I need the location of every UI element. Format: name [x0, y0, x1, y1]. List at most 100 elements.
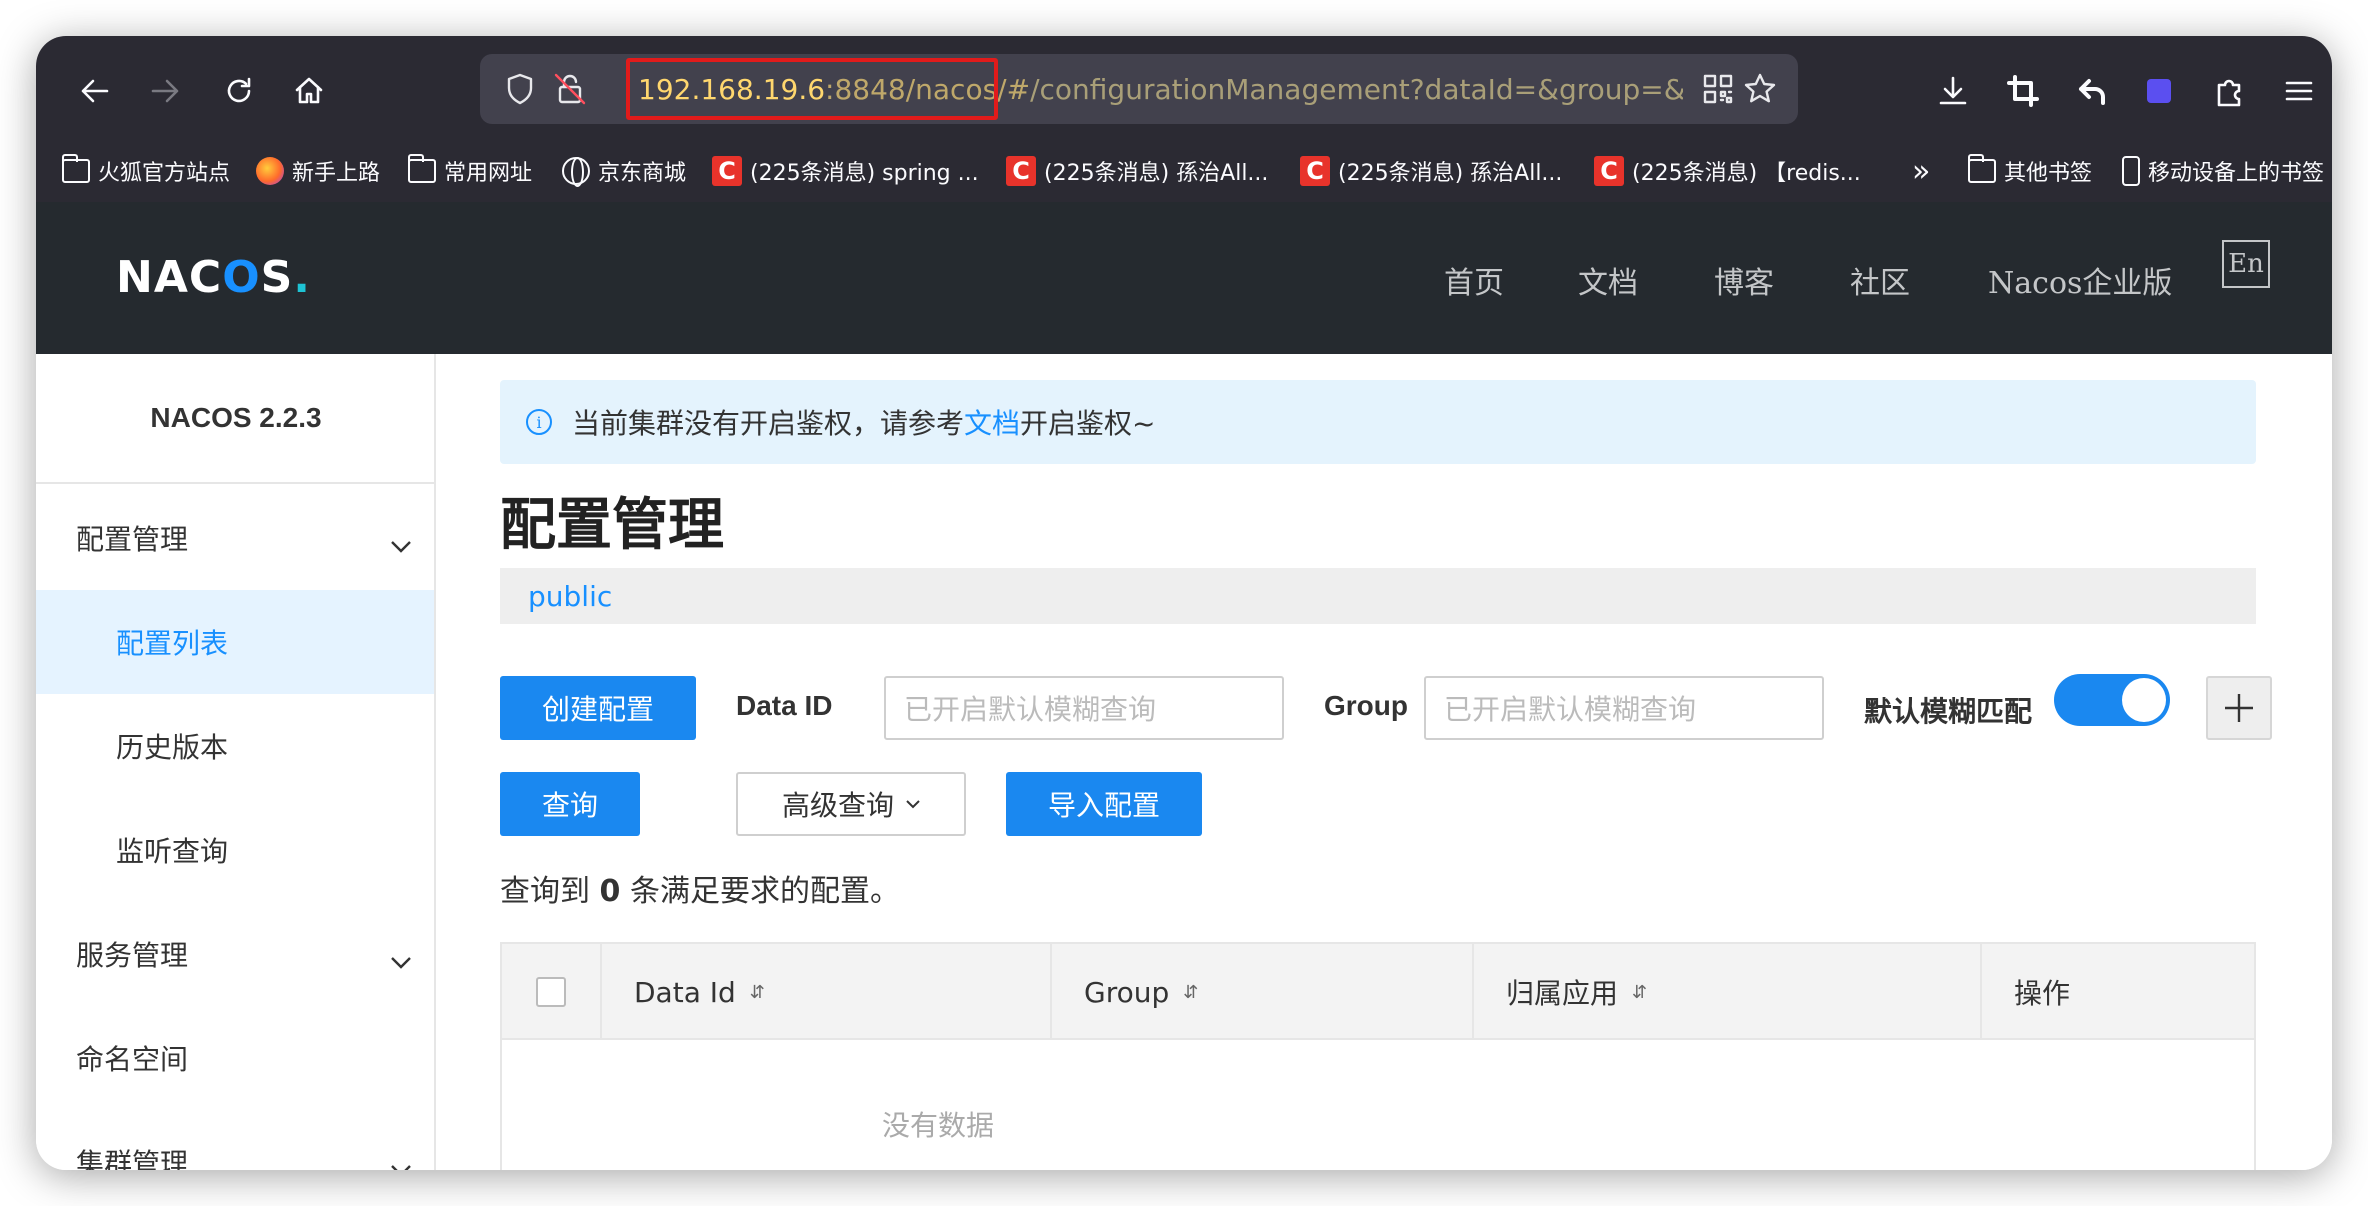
page-title: 配置管理 [500, 493, 724, 558]
bookmark-item[interactable]: C (225条消息) spring ... [712, 152, 979, 190]
result-summary: 查询到 0 条满足要求的配置。 [500, 874, 900, 909]
column-header-dataid[interactable]: Data Id ⇵ [602, 944, 1052, 1040]
extension-icon[interactable] [2134, 66, 2184, 116]
sidebar-item-label: 历史版本 [116, 731, 229, 764]
fuzzy-match-label: 默认模糊匹配 [1864, 696, 2033, 727]
chevron-down-icon [390, 1152, 411, 1170]
language-switch-button[interactable]: En [2222, 240, 2270, 288]
bookmark-item[interactable]: 其他书签 [1968, 152, 2092, 190]
sidebar-item-config-management[interactable]: 配置管理 [36, 486, 434, 590]
empty-state-text: 没有数据 [882, 1109, 995, 1142]
dataid-label: Data ID [736, 690, 833, 721]
column-header-group[interactable]: Group ⇵ [1052, 944, 1474, 1040]
nav-enterprise[interactable]: Nacos企业版 [1988, 258, 2172, 302]
sidebar-item-namespace[interactable]: 命名空间 [36, 1006, 434, 1110]
sidebar-divider [36, 482, 436, 484]
table-header: Data Id ⇵ Group ⇵ 归属应用 ⇵ 操作 [502, 944, 2254, 1040]
sort-icon[interactable]: ⇵ [750, 982, 765, 1003]
folder-icon [408, 154, 436, 183]
chevron-down-icon [390, 528, 411, 553]
phone-icon [2122, 156, 2140, 186]
home-icon[interactable] [284, 66, 334, 116]
auth-notice: i 当前集群没有开启鉴权，请参考 文档 开启鉴权~ [500, 380, 2256, 464]
url-highlight-box [626, 58, 998, 120]
qr-code-icon[interactable] [1700, 71, 1736, 107]
notice-text: 当前集群没有开启鉴权，请参考 [572, 407, 965, 440]
notice-docs-link[interactable]: 文档 [964, 402, 1020, 442]
chevron-down-icon [906, 800, 920, 809]
sidebar-item-service-management[interactable]: 服务管理 [36, 902, 434, 1006]
main-content: i 当前集群没有开启鉴权，请参考 文档 开启鉴权~ 配置管理 public 创建配置… [436, 354, 2332, 1170]
sidebar-item-listener-query[interactable]: 监听查询 [36, 798, 434, 902]
dataid-input[interactable]: 已开启默认模糊查询 [884, 676, 1284, 740]
bookmark-item[interactable]: 移动设备上的书签 [2122, 152, 2324, 190]
menu-icon[interactable] [2274, 66, 2324, 116]
advanced-query-button[interactable]: 高级查询 [736, 772, 966, 836]
group-input[interactable]: 已开启默认模糊查询 [1424, 676, 1824, 740]
csdn-icon: C [712, 156, 742, 186]
address-bar[interactable]: 192.168.19.6:8848/nacos/#/configurationM… [480, 54, 1798, 124]
download-icon[interactable] [1928, 66, 1978, 116]
plus-icon [2225, 694, 2253, 722]
fuzzy-match-toggle[interactable] [2054, 674, 2170, 726]
nav-blog[interactable]: 博客 [1714, 258, 1774, 302]
column-header-actions: 操作 [2014, 977, 2071, 1010]
browser-toolbar: 192.168.19.6:8848/nacos/#/configurationM… [36, 36, 2332, 142]
bookmark-item[interactable]: C (225条消息) 【redis... [1594, 152, 1861, 190]
query-button[interactable]: 查询 [500, 772, 640, 836]
sidebar: NACOS 2.2.3 配置管理 配置列表 历史版本 监听查询 服务管理 命名空… [36, 354, 436, 1170]
puzzle-icon[interactable] [2204, 66, 2254, 116]
config-table: Data Id ⇵ Group ⇵ 归属应用 ⇵ 操作 没有数据 [500, 942, 2256, 1170]
shield-icon[interactable] [502, 71, 538, 107]
back-icon[interactable] [70, 66, 120, 116]
version-label: NACOS 2.2.3 [150, 402, 322, 433]
bookmark-item[interactable]: C (225条消息) 孫治All... [1300, 152, 1562, 190]
globe-icon [562, 157, 590, 187]
sidebar-item-label: 命名空间 [76, 1043, 189, 1076]
sidebar-item-label: 服务管理 [76, 939, 189, 972]
nav-community[interactable]: 社区 [1850, 258, 1910, 302]
sort-icon[interactable]: ⇵ [1183, 982, 1198, 1003]
select-all-checkbox[interactable] [536, 977, 566, 1007]
crop-icon[interactable] [1998, 66, 2048, 116]
insecure-lock-icon[interactable] [552, 71, 588, 107]
folder-icon [62, 154, 90, 183]
add-button[interactable] [2206, 676, 2272, 740]
bookmark-item[interactable]: 火狐官方站点 [62, 152, 230, 190]
nacos-logo[interactable]: NACOS. [116, 252, 311, 303]
bookmark-item[interactable]: C (225条消息) 孫治All... [1006, 152, 1268, 190]
sidebar-item-config-list[interactable]: 配置列表 [36, 590, 434, 694]
undo-icon[interactable] [2068, 66, 2118, 116]
firefox-icon [256, 157, 284, 185]
chevron-down-icon [390, 944, 411, 969]
sort-icon[interactable]: ⇵ [1632, 982, 1647, 1003]
sidebar-item-label: 监听查询 [116, 835, 229, 868]
nav-docs[interactable]: 文档 [1578, 258, 1638, 302]
csdn-icon: C [1300, 156, 1330, 186]
sidebar-item-history[interactable]: 历史版本 [36, 694, 434, 798]
info-icon: i [526, 409, 552, 435]
import-config-button[interactable]: 导入配置 [1006, 772, 1202, 836]
namespace-public-link[interactable]: public [528, 580, 612, 613]
bookmark-item[interactable]: 京东商城 [562, 152, 686, 190]
select-all-cell [502, 944, 602, 1040]
nacos-header: NACOS. 首页 文档 博客 社区 Nacos企业版 En [36, 202, 2332, 354]
nav-home[interactable]: 首页 [1444, 258, 1504, 302]
sidebar-item-label: 配置列表 [116, 627, 229, 660]
sidebar-item-cluster-management[interactable]: 集群管理 [36, 1110, 434, 1170]
column-header-app[interactable]: 归属应用 ⇵ [1474, 944, 1982, 1040]
bookmarks-overflow-button[interactable]: » [1912, 152, 1930, 190]
reload-icon[interactable] [214, 66, 264, 116]
csdn-icon: C [1006, 156, 1036, 186]
bookmark-item[interactable]: 新手上路 [256, 152, 380, 190]
sidebar-item-label: 集群管理 [76, 1147, 189, 1170]
folder-icon [1968, 154, 1996, 183]
advanced-query-label: 高级查询 [781, 789, 894, 822]
create-config-button[interactable]: 创建配置 [500, 676, 696, 740]
bookmark-item[interactable]: 常用网址 [408, 152, 532, 190]
csdn-icon: C [1594, 156, 1624, 186]
bookmark-star-icon[interactable] [1742, 71, 1778, 107]
bookmarks-bar: 火狐官方站点 新手上路 常用网址 京东商城 C (225条消息) spring .… [36, 142, 2332, 202]
toggle-knob [2122, 678, 2166, 722]
forward-icon[interactable] [140, 66, 190, 116]
